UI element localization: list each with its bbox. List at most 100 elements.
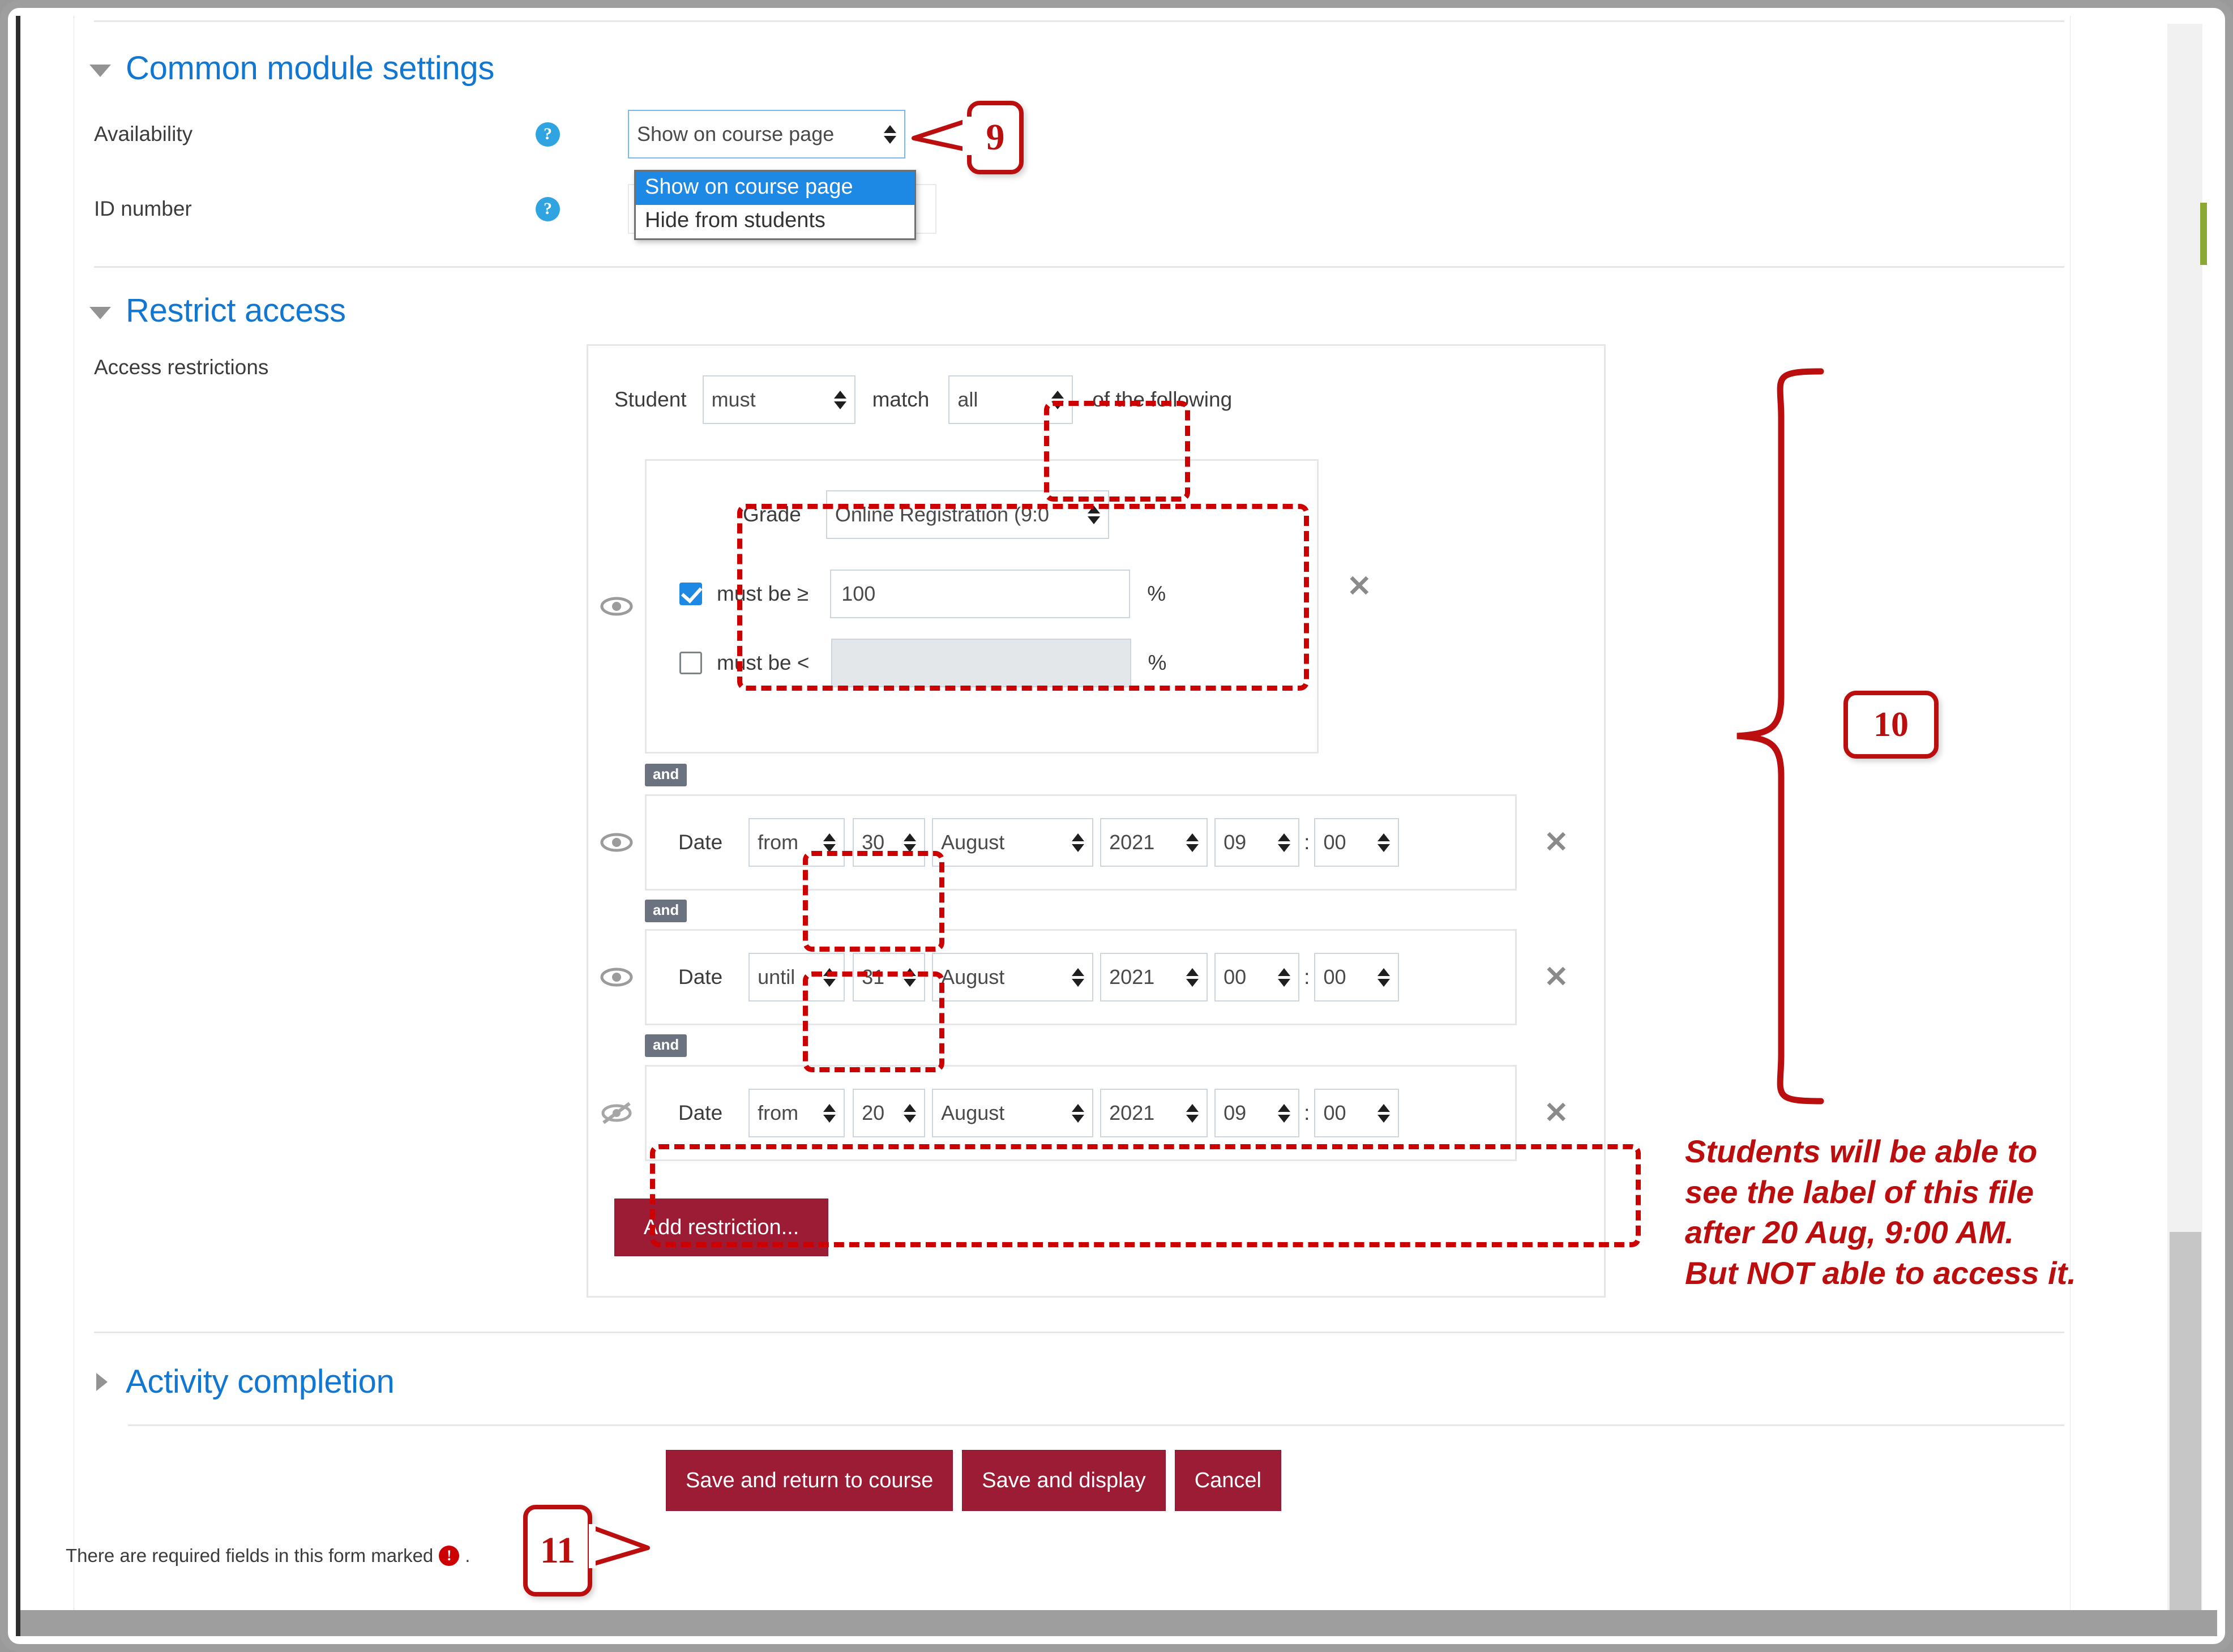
date3-minute-select[interactable]: 00 [1314,1089,1400,1137]
row-grade-min: must be ≥ 100 % [679,570,1317,618]
date3-direction-select[interactable]: from [748,1089,845,1137]
callout-9: 9 [912,101,1024,174]
row-student-match: Student must match all of the following [614,375,1604,424]
divider-after-common [94,266,2064,268]
date1-direction-value: from [758,831,799,854]
date2-year-value: 2021 [1109,965,1155,988]
grade-min-value: 100 [841,582,876,605]
date3-year-value: 2021 [1109,1101,1155,1124]
select-spinner-icon [1072,833,1085,852]
student-operator-select[interactable]: must [702,375,855,424]
date3-time-separator: : [1304,1101,1310,1124]
note-line-1: Students will be able to [1685,1133,2038,1169]
date2-minute-select[interactable]: 00 [1314,953,1400,1002]
callout-9-tail [912,117,973,155]
availability-option-hide[interactable]: Hide from students [636,205,914,238]
select-spinner-icon [823,1103,836,1123]
label-match: match [872,388,930,411]
date3-month-select[interactable]: August [932,1089,1094,1137]
label-must-be-gte: must be ≥ [717,582,809,605]
required-note-text: There are required fields in this form m… [66,1545,434,1566]
eye-hidden-icon [601,1102,632,1124]
remove-date2-restriction-button[interactable]: ✕ [1544,960,1569,994]
eye-visible-icon [600,833,633,852]
divider-top [94,20,2064,22]
label-percent-min: % [1147,582,1166,605]
select-spinner-icon [1278,968,1291,987]
date2-direction-select[interactable]: until [748,953,845,1002]
date3-hour-select[interactable]: 09 [1214,1089,1300,1137]
select-spinner-icon [823,968,836,987]
match-quantifier-select[interactable]: all [948,375,1073,424]
date2-hour-select[interactable]: 00 [1214,953,1300,1002]
date2-month-value: August [941,965,1005,988]
date1-year-select[interactable]: 2021 [1100,818,1208,867]
eye-visible-icon [600,968,633,987]
remove-date1-restriction-button[interactable]: ✕ [1544,825,1569,859]
restriction-date-1: Date from 30 August 2021 09: 00 ✕ [588,794,1604,891]
date1-minute-value: 00 [1323,831,1346,854]
callout-11: 11 [523,1505,650,1597]
availability-select-value: Show on course page [637,122,835,145]
date1-day-value: 30 [862,831,885,854]
grade-max-checkbox[interactable] [679,652,702,674]
date2-minute-value: 00 [1323,965,1346,988]
chevron-down-icon[interactable] [89,306,111,319]
required-field-icon: ! [439,1546,460,1566]
remove-grade-restriction-button[interactable]: ✕ [1347,570,1372,604]
select-spinner-icon [1072,1103,1085,1123]
section-common-module-settings[interactable]: Common module settings [89,49,2053,87]
grade-max-input[interactable] [831,639,1131,687]
vertical-scrollbar[interactable] [2167,24,2202,1628]
row-id-number: ID number ? [94,183,2053,234]
date2-day-select[interactable]: 31 [853,953,926,1002]
availability-dropdown-list[interactable]: Show on course page Hide from students [634,170,916,240]
grade-item-value: Online Registration (9:0 [835,503,1050,526]
chevron-right-icon[interactable] [96,1372,108,1391]
note-line-4: But NOT able to access it. [1685,1255,2076,1291]
grade-min-checkbox[interactable] [679,583,702,605]
date1-day-select[interactable]: 30 [853,818,926,867]
add-restriction-button[interactable]: Add restriction... [614,1199,828,1256]
grade-item-select[interactable]: Online Registration (9:0 [825,490,1109,539]
date1-minute-select[interactable]: 00 [1314,818,1400,867]
select-spinner-icon [1278,833,1291,852]
date1-hour-select[interactable]: 09 [1214,818,1300,867]
section-restrict-access[interactable]: Restrict access [89,292,2053,329]
select-spinner-icon [904,968,917,987]
restriction-grade: Grade Online Registration (9:0 must be ≥… [588,459,1604,754]
date1-direction-select[interactable]: from [748,818,845,867]
chevron-down-icon[interactable] [89,64,111,77]
date2-year-select[interactable]: 2021 [1100,953,1208,1002]
cancel-button[interactable]: Cancel [1174,1450,1281,1511]
date1-eye-toggle[interactable] [588,831,645,854]
date2-hour-value: 00 [1224,965,1247,988]
select-spinner-icon [833,390,846,409]
date2-eye-toggle[interactable] [588,966,645,988]
help-icon-id-number[interactable]: ? [536,196,560,221]
operator-and-3: and [645,1034,1604,1057]
availability-select[interactable]: Show on course page [628,110,905,159]
date1-month-select[interactable]: August [932,818,1094,867]
grade-min-input[interactable]: 100 [830,570,1131,618]
date3-row-box: Date from 20 August 2021 09: 00 [645,1065,1517,1161]
save-and-display-button[interactable]: Save and display [962,1450,1166,1511]
date2-month-select[interactable]: August [932,953,1094,1002]
grade-eye-toggle[interactable] [588,595,645,618]
select-spinner-icon [823,833,836,852]
save-and-return-button[interactable]: Save and return to course [666,1450,953,1511]
date3-year-select[interactable]: 2021 [1100,1089,1208,1137]
date3-day-select[interactable]: 20 [853,1089,926,1137]
browser-window-frame: Common module settings Availability ? Sh… [0,0,2233,1652]
divider-before-actions [128,1424,2064,1426]
row-availability: Availability ? Show on course page [94,109,2053,160]
callout-11-tail [589,1524,650,1568]
select-spinner-icon [904,1103,917,1123]
section-activity-completion[interactable]: Activity completion [96,1363,2053,1401]
date3-eye-toggle[interactable] [588,1100,645,1126]
restriction-date-2: Date until 31 August 2021 00: 00 ✕ [588,929,1604,1025]
help-icon-availability[interactable]: ? [536,122,560,147]
availability-option-show[interactable]: Show on course page [636,172,914,205]
remove-date3-restriction-button[interactable]: ✕ [1544,1096,1569,1130]
eye-visible-icon [600,597,633,616]
